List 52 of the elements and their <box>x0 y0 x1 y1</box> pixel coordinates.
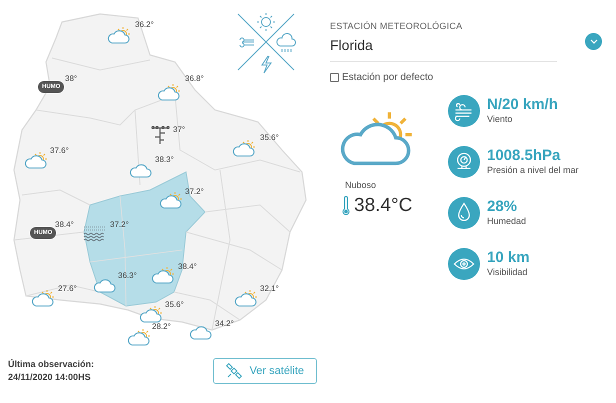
temperature-label: 27.6° <box>58 285 77 293</box>
metric-label: Humedad <box>487 215 526 227</box>
temperature-label: 28.2° <box>152 323 171 331</box>
temperature-label: 38.4° <box>178 263 197 271</box>
sun-cloud-icon <box>150 266 175 286</box>
metric-value: 28% <box>487 198 518 215</box>
sun-cloud-icon <box>106 26 131 46</box>
temperature-label: 35.6° <box>165 301 184 309</box>
thermometer-icon <box>342 196 350 216</box>
last-observation-label: Última observación: <box>8 358 94 371</box>
temperature-label: 36.3° <box>118 272 137 280</box>
wind-icon <box>448 94 480 126</box>
chevron-down-icon <box>590 38 598 44</box>
sun-cloud-icon <box>23 151 48 171</box>
station-field-label: ESTACIÓN METEOROLÓGICA <box>330 20 464 33</box>
temperature-label: 36.8° <box>185 75 204 83</box>
metric-label: Visibilidad <box>487 266 528 278</box>
sun-cloud-icon <box>233 289 258 309</box>
temperature-label: 38.3° <box>155 156 174 164</box>
temperature-label: 36.2° <box>135 21 154 29</box>
temperature-label: 37° <box>173 126 186 134</box>
default-station-checkbox[interactable] <box>330 72 339 82</box>
metric-value: 1008.5hPa <box>487 147 562 164</box>
sun-cloud-icon <box>138 305 163 325</box>
sun-cloud-icon <box>231 139 256 159</box>
sun-cloud-icon <box>156 83 181 103</box>
temperature-label: 34.2° <box>215 320 234 328</box>
sun-cloud-icon <box>126 328 151 348</box>
drop-icon <box>448 196 480 228</box>
satellite-icon <box>226 363 242 379</box>
dropdown-button[interactable] <box>585 32 602 50</box>
metric-value: 10 km <box>487 249 530 266</box>
metric-value: N/20 km/h <box>487 96 558 113</box>
temperature-label: 37.2° <box>110 221 129 229</box>
current-temperature: 38.4°C <box>354 194 412 218</box>
sun-cloud-icon <box>30 289 55 309</box>
eye-icon <box>448 248 480 280</box>
station-select[interactable]: Florida <box>330 34 557 56</box>
default-station-label: Estación por defecto <box>342 70 434 84</box>
temperature-label: 37.6° <box>50 147 69 155</box>
observation-timestamp: 24/11/2020 14:00HS <box>8 371 92 384</box>
temperature-label: 35.6° <box>260 134 279 142</box>
metric-label: Viento <box>487 113 514 125</box>
sun-cloud-icon <box>158 191 183 211</box>
metric-label: Presión a nivel del mar <box>487 164 579 176</box>
temperature-label: 38.4° <box>55 221 74 229</box>
condition-label: Nuboso <box>345 178 376 192</box>
temperature-label: 37.2° <box>185 188 204 196</box>
temperature-label: 38° <box>65 75 78 83</box>
fog-icon <box>83 224 108 244</box>
temperature-label: 32.1° <box>260 285 279 293</box>
gauge-icon <box>448 146 480 178</box>
